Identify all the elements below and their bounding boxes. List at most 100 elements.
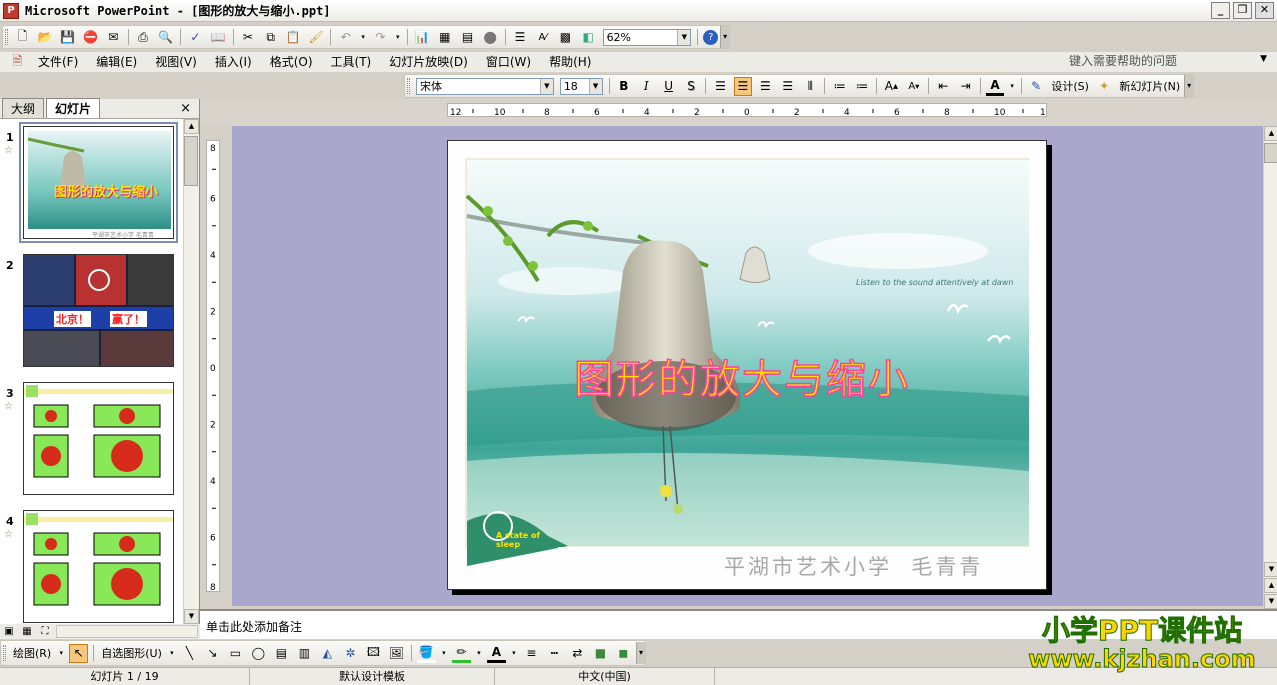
dropdown-arrow-icon[interactable]: ▾: [394, 28, 402, 47]
shadow-button[interactable]: S: [682, 77, 700, 96]
new-file-icon[interactable]: 🗋: [13, 28, 32, 47]
normal-view-icon[interactable]: ▣: [2, 625, 16, 639]
scroll-up-icon[interactable]: ▲: [184, 119, 199, 134]
increase-indent-icon[interactable]: ⇥: [956, 77, 974, 96]
decrease-indent-icon[interactable]: ⇤: [934, 77, 952, 96]
rectangle-tool-icon[interactable]: ▭: [226, 644, 245, 663]
arrow-style-icon[interactable]: ⇄: [568, 644, 587, 663]
dropdown-arrow-icon[interactable]: ▾: [510, 644, 518, 663]
scroll-down-icon[interactable]: ▼: [184, 609, 199, 624]
powerpoint-logo-icon[interactable]: P: [3, 2, 19, 19]
toolbar-grip[interactable]: [407, 78, 410, 94]
fill-color-icon[interactable]: 🪣: [416, 644, 436, 663]
slide-sorter-view-icon[interactable]: ▦: [20, 625, 34, 639]
arrow-tool-icon[interactable]: ↘: [203, 644, 222, 663]
draw-menu-button[interactable]: 绘图(R): [9, 645, 55, 661]
wordart-icon[interactable]: ◭: [318, 644, 337, 663]
toolbar-grip[interactable]: [5, 29, 8, 45]
previous-slide-icon[interactable]: ▲: [1264, 578, 1277, 593]
line-style-icon[interactable]: ≡: [522, 644, 541, 663]
slide-title[interactable]: 图形的放大与缩小: [573, 347, 910, 405]
notes-placeholder[interactable]: 单击此处添加备注: [206, 620, 302, 634]
dropdown-arrow-icon[interactable]: ▾: [359, 28, 367, 47]
toolbar-options-icon[interactable]: ▾: [636, 642, 645, 664]
research-icon[interactable]: 📖: [209, 28, 228, 47]
font-color-icon[interactable]: A: [985, 77, 1005, 96]
horizontal-scrollbar[interactable]: [56, 625, 198, 638]
menu-help[interactable]: 帮助(H): [540, 53, 600, 71]
maximize-button[interactable]: ❐: [1233, 2, 1252, 19]
menu-insert[interactable]: 插入(I): [206, 53, 261, 71]
font-color-icon[interactable]: A: [486, 644, 506, 663]
menu-view[interactable]: 视图(V): [146, 53, 206, 71]
slide-thumbnail-1[interactable]: 图形的放大与缩小 平湖市艺术小学 毛青青: [19, 122, 178, 243]
dropdown-arrow-icon[interactable]: ▾: [1008, 77, 1016, 96]
print-preview-icon[interactable]: 🔍: [156, 28, 175, 47]
print-icon[interactable]: ⎙: [134, 28, 153, 47]
slides-pane-scrollbar[interactable]: ▲ ▼: [183, 119, 199, 624]
scroll-thumb[interactable]: [184, 136, 198, 186]
zoom-select[interactable]: 62% ▼: [602, 28, 692, 46]
color-grayscale-icon[interactable]: ◧: [579, 28, 598, 47]
insert-diagram-icon[interactable]: ⬤: [481, 28, 500, 47]
slide-thumbnail-3[interactable]: [23, 382, 174, 495]
italic-button[interactable]: I: [637, 77, 655, 96]
chevron-down-icon[interactable]: ▼: [677, 29, 691, 45]
slide-thumbnail-2[interactable]: 北京！ 赢了！: [23, 254, 174, 367]
bullets-icon[interactable]: ≔: [853, 77, 871, 96]
justify-icon[interactable]: ☰: [779, 77, 797, 96]
undo-icon[interactable]: ↶: [336, 28, 355, 47]
line-tool-icon[interactable]: ╲: [180, 644, 199, 663]
email-icon[interactable]: ✉: [104, 28, 123, 47]
autoshapes-button[interactable]: 自选图形(U): [97, 645, 166, 661]
line-color-icon[interactable]: ✏: [451, 644, 471, 663]
picture-icon[interactable]: 🖼: [387, 644, 406, 663]
tab-slides[interactable]: 幻灯片: [46, 98, 101, 118]
textbox-tool-icon[interactable]: ▤: [272, 644, 291, 663]
redo-icon[interactable]: ↷: [371, 28, 390, 47]
select-pointer-icon[interactable]: ↖: [69, 643, 89, 663]
copy-icon[interactable]: ⧉: [261, 28, 280, 47]
open-folder-icon[interactable]: 📂: [36, 28, 55, 47]
format-painter-icon[interactable]: 🖌: [307, 28, 326, 47]
next-slide-icon[interactable]: ▼: [1264, 594, 1277, 609]
slide-thumbnail-4[interactable]: [23, 510, 174, 623]
expand-all-icon[interactable]: ☰: [511, 28, 530, 47]
dropdown-arrow-icon[interactable]: ▾: [168, 644, 176, 663]
new-slide-icon[interactable]: ✦: [1095, 77, 1113, 96]
close-button[interactable]: ✕: [1255, 2, 1274, 19]
slide-scrollbar[interactable]: ▲ ▼ ▲ ▼: [1263, 126, 1277, 609]
menu-format[interactable]: 格式(O): [261, 53, 322, 71]
chevron-down-icon[interactable]: ▼: [588, 78, 602, 94]
shadow-style-icon[interactable]: ■: [591, 644, 610, 663]
numbering-icon[interactable]: ≔: [830, 77, 848, 96]
scroll-down-icon[interactable]: ▼: [1264, 562, 1277, 577]
vertical-textbox-icon[interactable]: ▥: [295, 644, 314, 663]
current-slide[interactable]: Listen to the sound attentively at dawn …: [447, 140, 1047, 590]
design-icon[interactable]: ✎: [1027, 77, 1045, 96]
toolbar-grip[interactable]: [3, 645, 6, 661]
bold-button[interactable]: B: [615, 77, 633, 96]
toolbar-options-icon[interactable]: ▾: [720, 26, 730, 48]
insert-table-icon[interactable]: ▦: [435, 28, 454, 47]
align-right-icon[interactable]: ☰: [756, 77, 774, 96]
dropdown-arrow-icon[interactable]: ▾: [440, 644, 448, 663]
decrease-font-icon[interactable]: A ▾: [905, 77, 923, 96]
increase-font-icon[interactable]: A ▴: [882, 77, 900, 96]
cut-icon[interactable]: ✂: [239, 28, 258, 47]
clipart-icon[interactable]: 🖾: [364, 644, 383, 663]
insert-chart-icon[interactable]: 📊: [413, 28, 432, 47]
3d-style-icon[interactable]: ◼: [614, 644, 633, 663]
scroll-up-icon[interactable]: ▲: [1264, 126, 1277, 141]
minimize-button[interactable]: _: [1211, 2, 1230, 19]
show-grid-icon[interactable]: ▩: [556, 28, 575, 47]
menu-window[interactable]: 窗口(W): [477, 53, 540, 71]
dropdown-arrow-icon[interactable]: ▾: [57, 644, 65, 663]
new-slide-button[interactable]: 新幻灯片(N): [1115, 78, 1184, 94]
align-center-icon[interactable]: ☰: [733, 76, 753, 96]
close-icon[interactable]: ×: [180, 101, 191, 116]
design-button[interactable]: 设计(S): [1047, 78, 1093, 94]
slide-footer-text[interactable]: 平湖市艺术小学 毛青青: [724, 551, 983, 581]
vertical-ruler[interactable]: 8 6 4 2 0 2 4 6 8: [206, 140, 220, 592]
tables-borders-icon[interactable]: ▤: [458, 28, 477, 47]
